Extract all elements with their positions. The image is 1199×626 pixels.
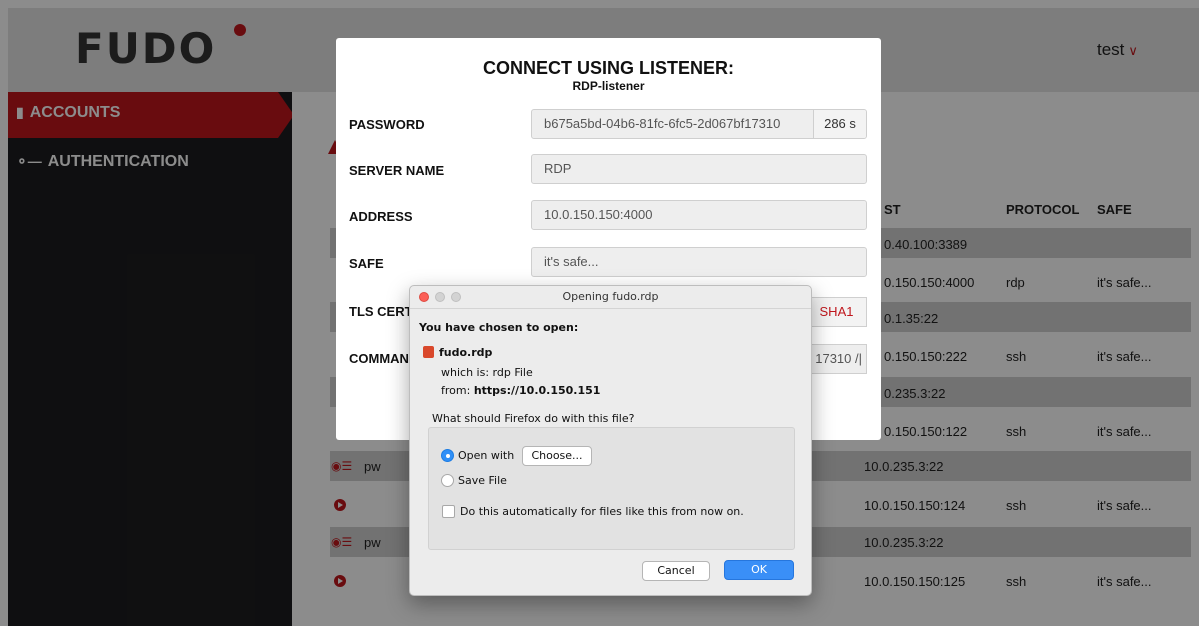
password-label: PASSWORD	[349, 117, 425, 132]
open-with-label[interactable]: Open with	[458, 449, 514, 462]
choose-app-button[interactable]: Choose...	[522, 446, 592, 466]
save-file-radio[interactable]	[441, 474, 454, 487]
from-label: from:	[441, 384, 471, 397]
dialog-title: Opening fudo.rdp	[562, 290, 659, 303]
address-label: ADDRESS	[349, 209, 413, 224]
server-name-field[interactable]: RDP	[531, 154, 867, 184]
rdp-file-icon	[423, 346, 434, 358]
password-value: b675a5bd-04b6-81fc-6fc5-2d067bf17310	[544, 116, 781, 131]
file-name: fudo.rdp	[439, 346, 493, 359]
password-field[interactable]: b675a5bd-04b6-81fc-6fc5-2d067bf17310 286…	[531, 109, 867, 139]
modal-title: CONNECT USING LISTENER:	[482, 58, 734, 78]
modal-subtitle: RDP-listener	[572, 79, 645, 93]
auto-action-checkbox[interactable]	[442, 505, 455, 518]
safe-label: SAFE	[349, 256, 384, 271]
command-label: COMMANI	[349, 351, 413, 366]
open-with-radio[interactable]	[441, 449, 454, 462]
file-action-group	[428, 427, 795, 550]
firefox-question: What should Firefox do with this file?	[432, 412, 635, 425]
safe-field[interactable]: it's safe...	[531, 247, 867, 277]
tls-certificate-label: TLS CERTI	[349, 304, 417, 319]
file-type: which is: rdp File	[441, 366, 533, 379]
address-field[interactable]: 10.0.150.150:4000	[531, 200, 867, 230]
auto-action-label[interactable]: Do this automatically for files like thi…	[460, 505, 744, 518]
server-name-label: SERVER NAME	[349, 163, 445, 178]
save-file-label[interactable]: Save File	[458, 474, 507, 487]
cancel-button[interactable]: Cancel	[642, 561, 710, 581]
password-timer: 286 s	[813, 110, 866, 138]
file-source: from: https://10.0.150.151	[441, 384, 600, 397]
tls-sha1-badge: SHA1	[806, 297, 867, 327]
ok-button[interactable]: OK	[724, 560, 794, 580]
from-url: https://10.0.150.151	[473, 384, 601, 397]
firefox-open-file-dialog: Opening fudo.rdp You have chosen to open…	[409, 285, 812, 596]
chosen-to-open-text: You have chosen to open:	[419, 321, 579, 334]
